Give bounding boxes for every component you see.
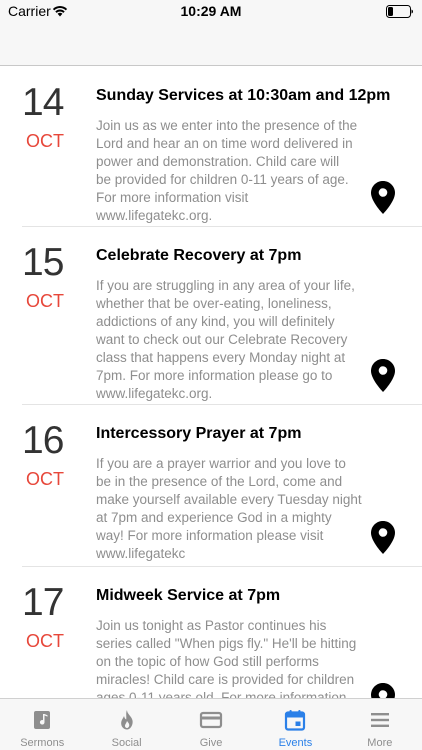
menu-lines-icon bbox=[370, 713, 389, 727]
event-item[interactable]: 17 OCT Midweek Service at 7pm Join us to… bbox=[0, 567, 422, 698]
tab-social[interactable]: Social bbox=[84, 699, 168, 750]
event-title: Midweek Service at 7pm bbox=[96, 587, 281, 604]
event-title: Celebrate Recovery at 7pm bbox=[96, 247, 302, 264]
tab-bar: Sermons Social Give Events More bbox=[0, 698, 422, 750]
tab-label: Sermons bbox=[20, 737, 65, 749]
tab-label: More bbox=[367, 737, 393, 749]
event-day: 17 bbox=[22, 581, 64, 624]
event-month: OCT bbox=[26, 131, 64, 151]
event-month: OCT bbox=[26, 291, 64, 311]
event-month: OCT bbox=[26, 631, 64, 651]
event-description: Join us tonight as Pastor continues his … bbox=[96, 618, 357, 698]
event-list[interactable]: 14 OCT Sunday Services at 10:30am and 12… bbox=[0, 67, 422, 698]
map-pin-icon[interactable] bbox=[371, 683, 395, 698]
calendar-icon bbox=[285, 710, 306, 731]
event-title: Sunday Services at 10:30am and 12pm bbox=[96, 87, 391, 104]
map-pin-icon[interactable] bbox=[371, 181, 395, 214]
status-time: 10:29 AM bbox=[180, 3, 242, 19]
map-pin-icon[interactable] bbox=[371, 521, 395, 554]
tab-sermons[interactable]: Sermons bbox=[0, 699, 84, 750]
event-day: 16 bbox=[22, 419, 64, 462]
event-description: Join us as we enter into the presence of… bbox=[96, 118, 358, 223]
event-item[interactable]: 16 OCT Intercessory Prayer at 7pm If you… bbox=[0, 405, 422, 567]
event-day: 15 bbox=[22, 241, 64, 284]
event-day: 14 bbox=[22, 81, 64, 124]
tab-give[interactable]: Give bbox=[169, 699, 253, 750]
music-note-icon bbox=[34, 711, 51, 729]
status-bar: Carrier 10:29 AM bbox=[0, 0, 422, 22]
battery-icon bbox=[386, 5, 413, 18]
flame-icon bbox=[120, 710, 133, 730]
tab-label: Events bbox=[278, 737, 313, 749]
tab-more[interactable]: More bbox=[338, 699, 422, 750]
credit-card-icon bbox=[199, 711, 223, 729]
event-title: Intercessory Prayer at 7pm bbox=[96, 425, 302, 442]
navigation-bar bbox=[0, 22, 422, 66]
event-description: If you are a prayer warrior and you love… bbox=[96, 456, 362, 561]
event-month: OCT bbox=[26, 469, 64, 489]
event-item[interactable]: 15 OCT Celebrate Recovery at 7pm If you … bbox=[0, 227, 422, 405]
tab-label: Social bbox=[111, 737, 142, 749]
tab-label: Give bbox=[199, 737, 223, 749]
event-item[interactable]: 14 OCT Sunday Services at 10:30am and 12… bbox=[0, 67, 422, 227]
tab-events[interactable]: Events bbox=[253, 699, 337, 750]
map-pin-icon[interactable] bbox=[371, 359, 395, 392]
event-description: If you are struggling in any area of you… bbox=[96, 278, 355, 401]
